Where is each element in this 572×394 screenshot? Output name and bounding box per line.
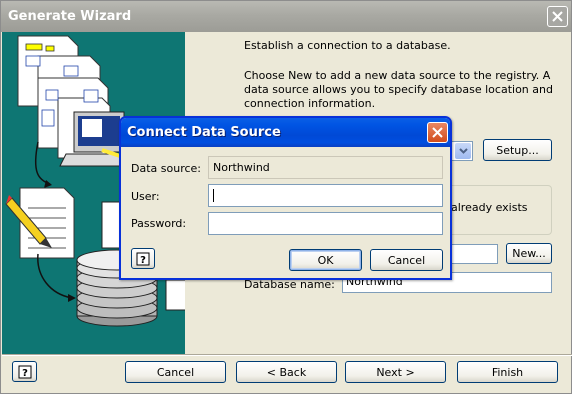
help-icon: ?: [136, 252, 150, 266]
dropdown-button[interactable]: [455, 143, 471, 159]
data-source-field: Northwind: [208, 156, 443, 179]
footer-separator: [2, 354, 572, 356]
ok-button[interactable]: OK: [289, 249, 362, 271]
already-exists-text: already exists: [451, 201, 528, 214]
finish-button[interactable]: Finish: [457, 361, 558, 383]
connect-data-source-dialog: Connect Data Source Data source: Northwi…: [119, 116, 452, 280]
data-source-label: Data source:: [131, 162, 201, 175]
chevron-down-icon: [458, 148, 468, 154]
dialog-cancel-button[interactable]: Cancel: [370, 249, 443, 271]
close-icon: [432, 127, 443, 138]
close-icon: [552, 11, 563, 22]
wizard-intro-text: Establish a connection to a database.: [244, 39, 451, 52]
new-button[interactable]: New...: [506, 243, 552, 264]
wizard-title: Generate Wizard: [8, 9, 132, 24]
password-field[interactable]: [208, 212, 443, 235]
setup-button[interactable]: Setup...: [483, 139, 552, 161]
password-label: Password:: [131, 217, 187, 230]
svg-text:?: ?: [140, 255, 146, 266]
wizard-close-button[interactable]: [547, 6, 568, 27]
user-label: User:: [131, 190, 160, 203]
cancel-button[interactable]: Cancel: [125, 361, 226, 383]
dialog-body: Data source: Northwind User: Password: ?…: [121, 147, 450, 278]
wizard-titlebar: Generate Wizard: [1, 1, 571, 32]
generate-wizard-window: Generate Wizard Establish a connection t…: [0, 0, 572, 394]
text-caret: [213, 188, 214, 202]
wizard-description-text: Choose New to add a new data source to t…: [244, 69, 553, 110]
wizard-help-button[interactable]: ?: [12, 361, 37, 382]
dialog-titlebar: Connect Data Source: [121, 118, 450, 147]
database-name-label: Database name:: [244, 278, 335, 291]
svg-text:?: ?: [22, 368, 28, 379]
next-button[interactable]: Next >: [345, 361, 446, 383]
dialog-help-button[interactable]: ?: [131, 248, 155, 269]
dialog-close-button[interactable]: [427, 122, 448, 143]
user-field[interactable]: [208, 184, 443, 207]
help-icon: ?: [18, 365, 31, 379]
dialog-title: Connect Data Source: [127, 125, 281, 140]
back-button[interactable]: < Back: [236, 361, 337, 383]
